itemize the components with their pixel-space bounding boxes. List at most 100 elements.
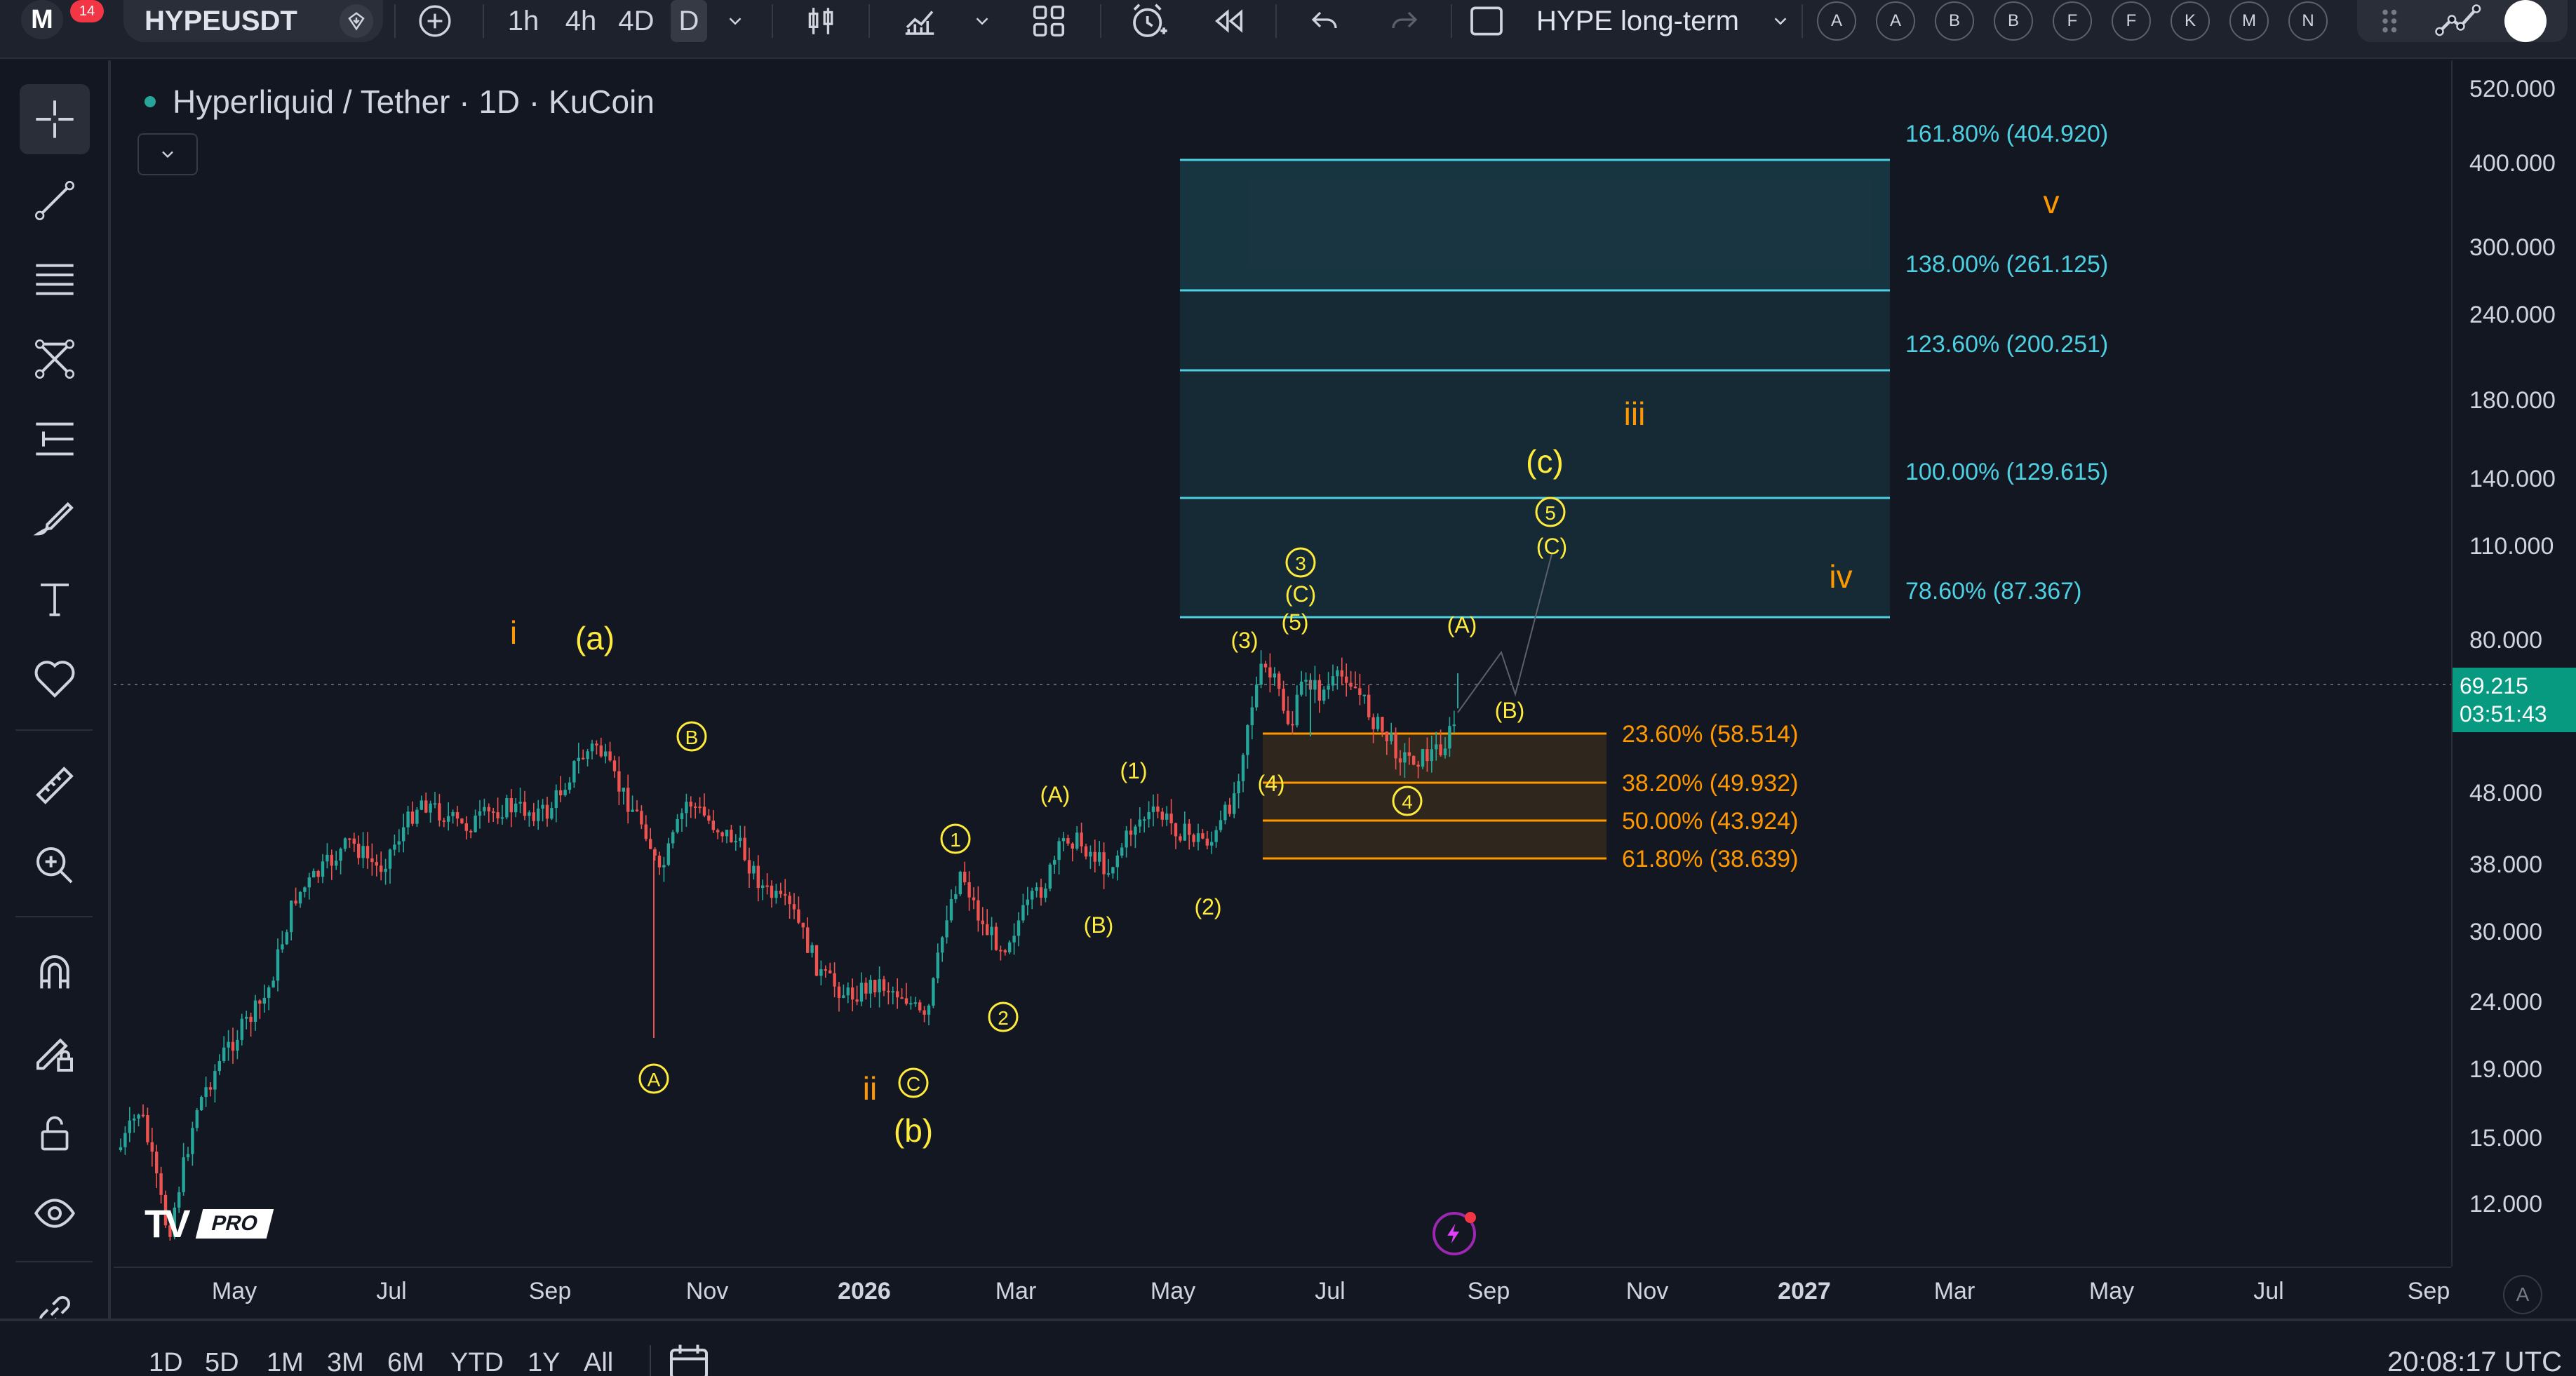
candle-body [1151, 806, 1155, 812]
price-tick: 30.000 [2469, 919, 2542, 945]
candlestick-series [119, 650, 1458, 1241]
candle-body [631, 809, 634, 812]
time-axis[interactable]: May Jul Sep Nov 2026 Mar May Jul Sep Nov… [114, 1267, 2451, 1317]
candle-body [1286, 710, 1290, 724]
candle-body [1098, 852, 1101, 862]
candle-body [1443, 748, 1447, 755]
candle-body [424, 800, 428, 813]
range-1y[interactable]: 1Y [528, 1348, 560, 1376]
time-tick: Mar [995, 1278, 1037, 1304]
fib-extension-zone-upper [1180, 160, 1890, 290]
price-chart[interactable]: 161.80% (404.920) 138.00% (261.125) 123.… [0, 0, 2576, 1376]
candle-body [936, 952, 939, 978]
price-tick: 180.000 [2469, 387, 2556, 414]
range-3m[interactable]: 3M [327, 1348, 364, 1376]
range-6m[interactable]: 6M [387, 1348, 424, 1376]
candle-body [159, 1173, 163, 1195]
candle-body [761, 885, 765, 889]
candle-body [882, 979, 886, 991]
candle-body [958, 872, 962, 895]
candle-body [123, 1133, 127, 1147]
fib-retracement-zone [1263, 734, 1606, 858]
candle-body [716, 830, 720, 832]
candle-body [779, 891, 782, 894]
range-5d[interactable]: 5D [205, 1348, 239, 1376]
candle-body [1129, 830, 1133, 835]
candle-body [415, 809, 419, 824]
candle-body [227, 1041, 230, 1048]
candle-body [698, 807, 702, 809]
candle-body [442, 820, 445, 822]
lightning-icon[interactable] [1433, 1212, 1476, 1255]
candle-body [1012, 936, 1016, 943]
candle-body [1102, 852, 1106, 875]
candle-body [357, 843, 361, 858]
candle-body [1416, 764, 1420, 767]
candle-body [402, 827, 405, 842]
candle-body [1219, 820, 1223, 830]
candle-body [191, 1128, 194, 1154]
candle-body [290, 901, 293, 933]
candle-body [972, 897, 976, 901]
candle-body [236, 1039, 239, 1051]
price-axis[interactable]: 520.000 400.000 300.000 240.000 180.000 … [2451, 60, 2576, 1267]
candle-body [509, 797, 513, 813]
wave-label-3-paren: (3) [1230, 628, 1258, 653]
candle-body [492, 811, 495, 813]
fib-retracement-tool[interactable]: 23.60% (58.514) 38.20% (49.932) 50.00% (… [1263, 721, 1798, 872]
circled-wave-label-a: A [638, 1063, 669, 1094]
wave-label-5-paren: (5) [1281, 609, 1308, 635]
wave-label-v: v [2044, 184, 2060, 220]
legend-collapse-chevron-icon[interactable] [137, 133, 198, 175]
range-all[interactable]: All [584, 1348, 613, 1376]
range-1d[interactable]: 1D [149, 1348, 183, 1376]
candle-body [545, 804, 549, 819]
candle-body [891, 991, 894, 993]
candle-body [977, 900, 980, 921]
candle-body [846, 987, 850, 996]
auto-scale-button[interactable]: A [2503, 1275, 2542, 1314]
wave-label-i: i [510, 614, 517, 651]
candle-body [330, 854, 333, 866]
range-ytd[interactable]: YTD [450, 1348, 504, 1376]
time-tick: Sep [1467, 1278, 1510, 1304]
candle-body [887, 990, 890, 992]
chart-legend-title[interactable]: Hyperliquid / Tether · 1D · KuCoin [145, 83, 655, 121]
candle-body [801, 922, 805, 928]
candle-body [806, 927, 810, 953]
fib-ext-label-138: 138.00% (261.125) [1905, 251, 2108, 278]
wave-label-1-paren: (1) [1120, 758, 1147, 783]
candle-body [644, 824, 648, 839]
candle-body [195, 1109, 199, 1128]
candle-body [1327, 685, 1330, 690]
candle-body [1061, 838, 1066, 842]
time-tick: Jul [1315, 1278, 1346, 1304]
svg-text:C: C [906, 1073, 920, 1095]
candle-body [146, 1115, 149, 1142]
candle-body [720, 832, 724, 837]
candle-body [873, 980, 877, 992]
candle-body [500, 817, 504, 819]
candle-body [281, 944, 284, 950]
wave-label-b-minor: (b) [894, 1112, 933, 1149]
candle-body [537, 808, 540, 821]
candle-body [1210, 842, 1214, 846]
candle-body [1233, 793, 1236, 814]
candle-body [765, 885, 769, 887]
candle-body [388, 849, 392, 869]
candle-body [680, 813, 684, 819]
utc-clock[interactable]: 20:08:17 UTC [2387, 1347, 2562, 1376]
wave-label-c-minor: (c) [1526, 443, 1564, 480]
candle-body [1390, 733, 1393, 741]
price-tick: 19.000 [2469, 1056, 2542, 1083]
candle-body [1367, 694, 1371, 717]
candle-body [271, 980, 275, 987]
candle-body [316, 870, 320, 877]
fib-extension-tool[interactable]: 161.80% (404.920) 138.00% (261.125) 123.… [1180, 121, 2108, 619]
candle-body [285, 932, 288, 945]
candle-body [1021, 905, 1025, 921]
range-1m[interactable]: 1M [267, 1348, 304, 1376]
candle-body [1084, 846, 1088, 857]
wave-label-2-paren: (2) [1194, 894, 1221, 919]
calendar-go-to-date-icon[interactable] [668, 1342, 710, 1376]
